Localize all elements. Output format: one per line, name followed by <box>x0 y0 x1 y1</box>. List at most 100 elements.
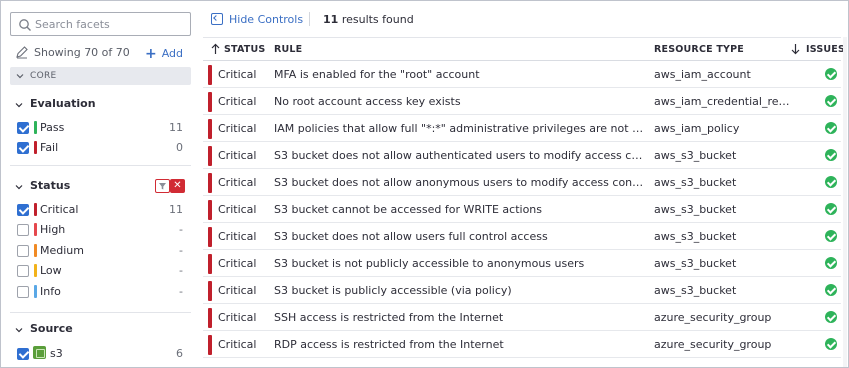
resource-type-cell: aws_iam_account <box>654 68 751 81</box>
table-row[interactable]: Critical S3 bucket cannot be accessed fo… <box>203 196 841 223</box>
table-row[interactable]: Critical S3 bucket does not allow users … <box>203 223 841 250</box>
facet-status-low[interactable]: Low - <box>17 263 183 279</box>
table-row[interactable]: Critical S3 bucket is publicly accessibl… <box>203 277 841 304</box>
resource-type-cell: aws_s3_bucket <box>654 203 737 216</box>
collapse-panel-icon <box>211 13 223 25</box>
facet-label: Info <box>40 285 61 298</box>
facet-label: High <box>40 223 66 236</box>
security-findings-window: Search facets Showing 70 of 70 + Add CORE… <box>0 0 849 368</box>
facet-count: 11 <box>169 121 183 134</box>
check-circle-icon <box>825 338 837 350</box>
divider <box>309 12 310 26</box>
source-section-header[interactable]: Source <box>15 322 191 338</box>
facet-status-info[interactable]: Info - <box>17 284 183 300</box>
table-row[interactable]: Critical MFA is enabled for the "root" a… <box>203 61 841 88</box>
checkbox[interactable] <box>17 142 29 154</box>
facet-status-high[interactable]: High - <box>17 222 183 238</box>
checkbox[interactable] <box>17 204 29 216</box>
core-label: CORE <box>30 71 57 81</box>
severity-bar <box>208 308 212 328</box>
pencil-icon[interactable] <box>15 45 29 59</box>
divider <box>10 312 191 313</box>
table-row[interactable]: Critical RDP access is restricted from t… <box>203 331 841 358</box>
check-circle-icon <box>825 176 837 188</box>
column-header-resource-type[interactable]: RESOURCE TYPE <box>654 44 744 55</box>
status-filter-controls: ✕ <box>155 179 185 193</box>
facet-count: 0 <box>176 141 183 154</box>
facet-source-s3[interactable]: s3 6 <box>17 346 183 362</box>
severity-bar <box>208 281 212 301</box>
resource-type-cell: aws_s3_bucket <box>654 257 737 270</box>
results-toolbar: Hide Controls 11 results found <box>203 2 847 36</box>
chevron-down-icon <box>16 74 24 79</box>
facet-evaluation-fail[interactable]: Fail 0 <box>17 140 183 156</box>
severity-bar <box>208 92 212 112</box>
resource-type-cell: aws_iam_policy <box>654 122 740 135</box>
rule-cell: S3 bucket cannot be accessed for WRITE a… <box>274 203 543 216</box>
facet-label: Fail <box>40 141 59 154</box>
sort-ascending-icon[interactable] <box>211 43 220 55</box>
status-cell: Critical <box>218 68 257 81</box>
table-row[interactable]: Critical S3 bucket is not publicly acces… <box>203 250 841 277</box>
evaluation-section-header[interactable]: Evaluation <box>15 97 191 113</box>
results-panel: Hide Controls 11 results found STATUS RU… <box>203 2 847 367</box>
checkbox[interactable] <box>17 348 29 360</box>
status-cell: Critical <box>218 149 257 162</box>
facet-status-medium[interactable]: Medium - <box>17 243 183 259</box>
chevron-down-icon <box>15 185 23 190</box>
checkbox[interactable] <box>17 286 29 298</box>
results-found: 11 results found <box>323 13 414 26</box>
checkbox[interactable] <box>17 122 29 134</box>
status-cell: Critical <box>218 230 257 243</box>
showing-count: Showing 70 of 70 <box>34 46 130 59</box>
facet-evaluation-pass[interactable]: Pass 11 <box>17 120 183 136</box>
table-row[interactable]: Critical No root account access key exis… <box>203 88 841 115</box>
check-circle-icon <box>825 284 837 296</box>
check-circle-icon <box>825 68 837 80</box>
facet-panel: Search facets Showing 70 of 70 + Add CORE… <box>2 2 197 367</box>
color-swatch <box>34 223 37 236</box>
sort-descending-icon[interactable] <box>791 43 800 55</box>
results-count: 11 <box>323 13 339 26</box>
table-row[interactable]: Critical IAM policies that allow full "*… <box>203 115 841 142</box>
table-row[interactable]: Critical SSH access is restricted from t… <box>203 304 841 331</box>
plus-icon: + <box>144 46 157 62</box>
checkbox[interactable] <box>17 224 29 236</box>
facet-status-critical[interactable]: Critical 11 <box>17 202 183 218</box>
column-header-rule[interactable]: RULE <box>274 44 302 55</box>
add-facet-button[interactable]: + Add <box>144 45 183 62</box>
table-row[interactable]: Critical S3 bucket does not allow anonym… <box>203 169 841 196</box>
add-label: Add <box>161 47 183 60</box>
rule-cell: No root account access key exists <box>274 95 461 108</box>
core-group-header[interactable]: CORE <box>10 67 191 85</box>
severity-bar <box>208 173 212 193</box>
resource-type-cell: aws_s3_bucket <box>654 284 737 297</box>
status-cell: Critical <box>218 95 257 108</box>
table-row[interactable]: Critical S3 bucket does not allow authen… <box>203 142 841 169</box>
search-facets-input[interactable]: Search facets <box>10 12 191 36</box>
facet-count: - <box>179 244 183 257</box>
rule-cell: S3 bucket is publicly accessible (via po… <box>274 284 512 297</box>
evaluation-title: Evaluation <box>30 97 96 110</box>
checkbox[interactable] <box>17 245 29 257</box>
s3-icon <box>33 346 46 359</box>
resource-type-cell: azure_security_group <box>654 338 772 351</box>
facet-count: 11 <box>169 203 183 216</box>
facet-count: - <box>179 223 183 236</box>
rule-cell: S3 bucket is not publicly accessible to … <box>274 257 585 270</box>
source-title: Source <box>30 322 73 335</box>
severity-bar <box>208 119 212 139</box>
color-swatch <box>34 264 37 277</box>
severity-bar <box>208 227 212 247</box>
rule-cell: S3 bucket does not allow authenticated u… <box>274 149 646 162</box>
column-header-status[interactable]: STATUS <box>224 44 265 55</box>
results-suffix: results found <box>341 13 414 26</box>
clear-filter-icon[interactable]: ✕ <box>170 179 185 193</box>
facet-summary: Showing 70 of 70 + Add <box>15 45 191 62</box>
resource-type-cell: aws_s3_bucket <box>654 230 737 243</box>
checkbox[interactable] <box>17 265 29 277</box>
status-section-header[interactable]: Status ✕ <box>15 179 191 195</box>
scrollbar-track[interactable] <box>843 37 847 367</box>
filter-icon[interactable] <box>155 179 170 193</box>
column-header-issues[interactable]: ISSUES <box>806 44 845 55</box>
